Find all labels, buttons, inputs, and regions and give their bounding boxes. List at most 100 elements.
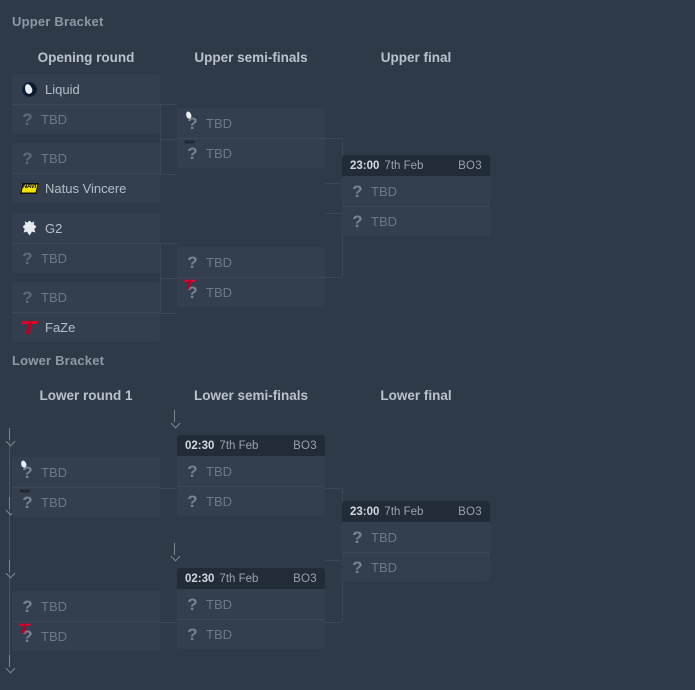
connector — [160, 104, 177, 105]
match-lb-semi-2[interactable]: 02:30 7th Feb BO3 ? TBD ? TBD — [177, 568, 325, 649]
down-arrow-icon — [5, 428, 14, 445]
connector — [325, 138, 342, 139]
question-icon: ? — [22, 462, 33, 482]
match-ub-semi-1[interactable]: ? TBD ? TBD — [177, 108, 325, 168]
match-ub-semi-2[interactable]: ? TBD ? TBD — [177, 247, 325, 307]
connector — [325, 488, 342, 489]
question-icon: ? — [187, 282, 198, 302]
team-name: FaZe — [45, 319, 76, 335]
match-row[interactable]: ? TBD — [12, 457, 160, 487]
question-icon: ? — [187, 491, 198, 511]
team-name: TBD — [41, 464, 67, 480]
match-row[interactable]: Natus Vincere — [12, 173, 160, 203]
match-row[interactable]: ? TBD — [177, 589, 325, 619]
match-lb-r1-2[interactable]: ? TBD ? TBD — [12, 591, 160, 651]
seed-slot: ? — [186, 138, 199, 168]
seed-slot: ? — [186, 108, 199, 138]
match-ub-final[interactable]: 23:00 7th Feb BO3 ? TBD ? TBD — [342, 155, 490, 236]
match-date: 7th Feb — [219, 439, 259, 452]
seed-slot: ? — [21, 457, 34, 487]
connector — [160, 174, 177, 175]
match-row[interactable]: FaZe — [12, 312, 160, 342]
match-row[interactable]: ? TBD — [342, 552, 490, 582]
question-icon: ? — [352, 527, 363, 547]
question-icon: ? — [22, 287, 33, 307]
match-row[interactable]: G2 — [12, 213, 160, 243]
match-row[interactable]: ? TBD — [177, 108, 325, 138]
match-date: 7th Feb — [384, 159, 424, 172]
match-row[interactable]: ? TBD — [177, 277, 325, 307]
match-date: 7th Feb — [384, 505, 424, 518]
match-row[interactable]: ? TBD — [177, 138, 325, 168]
match-lb-r1-1[interactable]: ? TBD ? TBD — [12, 457, 160, 517]
connector — [160, 104, 161, 139]
match-header: 02:30 7th Feb BO3 — [177, 435, 325, 456]
tournament-bracket: Upper Bracket Opening round Upper semi-f… — [0, 0, 695, 690]
team-name: G2 — [45, 220, 63, 236]
question-icon: ? — [22, 596, 33, 616]
connector — [160, 488, 177, 489]
round-title-upper-final: Upper final — [380, 50, 452, 65]
match-row[interactable]: Liquid — [12, 74, 160, 104]
navi-logo — [19, 180, 40, 197]
match-time: 23:00 — [350, 159, 380, 172]
connector — [160, 243, 161, 278]
team-name: TBD — [371, 529, 397, 545]
match-row[interactable]: ? TBD — [177, 247, 325, 277]
connector — [160, 278, 161, 313]
connector — [325, 213, 342, 214]
connector — [160, 278, 177, 279]
match-row[interactable]: ? TBD — [12, 487, 160, 517]
connector — [160, 139, 177, 140]
match-row[interactable]: ? TBD — [177, 619, 325, 649]
question-icon: ? — [352, 211, 363, 231]
match-row[interactable]: ? TBD — [12, 104, 160, 134]
match-row[interactable]: ? TBD — [12, 621, 160, 651]
match-row[interactable]: ? TBD — [177, 456, 325, 486]
match-row[interactable]: ? TBD — [177, 486, 325, 516]
seed-slot: ? — [186, 277, 199, 307]
match-ub-open-4[interactable]: ? TBD FaZe — [12, 282, 160, 342]
team-name: TBD — [206, 626, 232, 642]
match-ub-open-3[interactable]: G2 ? TBD — [12, 213, 160, 273]
team-name: TBD — [206, 493, 232, 509]
match-format: BO3 — [293, 439, 317, 452]
match-time: 02:30 — [185, 572, 215, 585]
match-lb-semi-1[interactable]: 02:30 7th Feb BO3 ? TBD ? TBD — [177, 435, 325, 516]
match-header: 23:00 7th Feb BO3 — [342, 155, 490, 176]
team-name: TBD — [206, 145, 232, 161]
match-time: 02:30 — [185, 439, 215, 452]
question-icon: ? — [187, 143, 198, 163]
match-row[interactable]: ? TBD — [12, 591, 160, 621]
team-name: TBD — [41, 150, 67, 166]
match-lb-final[interactable]: 23:00 7th Feb BO3 ? TBD ? TBD — [342, 501, 490, 582]
match-row[interactable]: ? TBD — [342, 522, 490, 552]
question-icon: ? — [22, 248, 33, 268]
question-icon: ? — [187, 252, 198, 272]
team-name: TBD — [206, 463, 232, 479]
question-icon: ? — [22, 492, 33, 512]
match-row[interactable]: ? TBD — [342, 206, 490, 236]
connector — [160, 139, 161, 174]
match-row[interactable]: ? TBD — [12, 143, 160, 173]
team-name: TBD — [206, 284, 232, 300]
match-row[interactable]: ? TBD — [12, 282, 160, 312]
upper-bracket-title: Upper Bracket — [12, 14, 104, 29]
connector — [160, 313, 177, 314]
question-icon: ? — [352, 557, 363, 577]
liquid-logo — [21, 81, 38, 98]
seed-slot: ? — [21, 487, 34, 517]
seed-slot: ? — [21, 621, 34, 651]
match-row[interactable]: ? TBD — [342, 176, 490, 206]
lower-bracket-title: Lower Bracket — [12, 353, 105, 368]
match-ub-open-2[interactable]: ? TBD Natus Vincere — [12, 143, 160, 203]
match-header: 02:30 7th Feb BO3 — [177, 568, 325, 589]
match-ub-open-1[interactable]: Liquid ? TBD — [12, 74, 160, 134]
question-icon: ? — [187, 461, 198, 481]
team-name: TBD — [206, 596, 232, 612]
team-name: Liquid — [45, 81, 80, 97]
team-name: TBD — [41, 289, 67, 305]
match-row[interactable]: ? TBD — [12, 243, 160, 273]
connector — [160, 243, 177, 244]
team-name: TBD — [206, 115, 232, 131]
